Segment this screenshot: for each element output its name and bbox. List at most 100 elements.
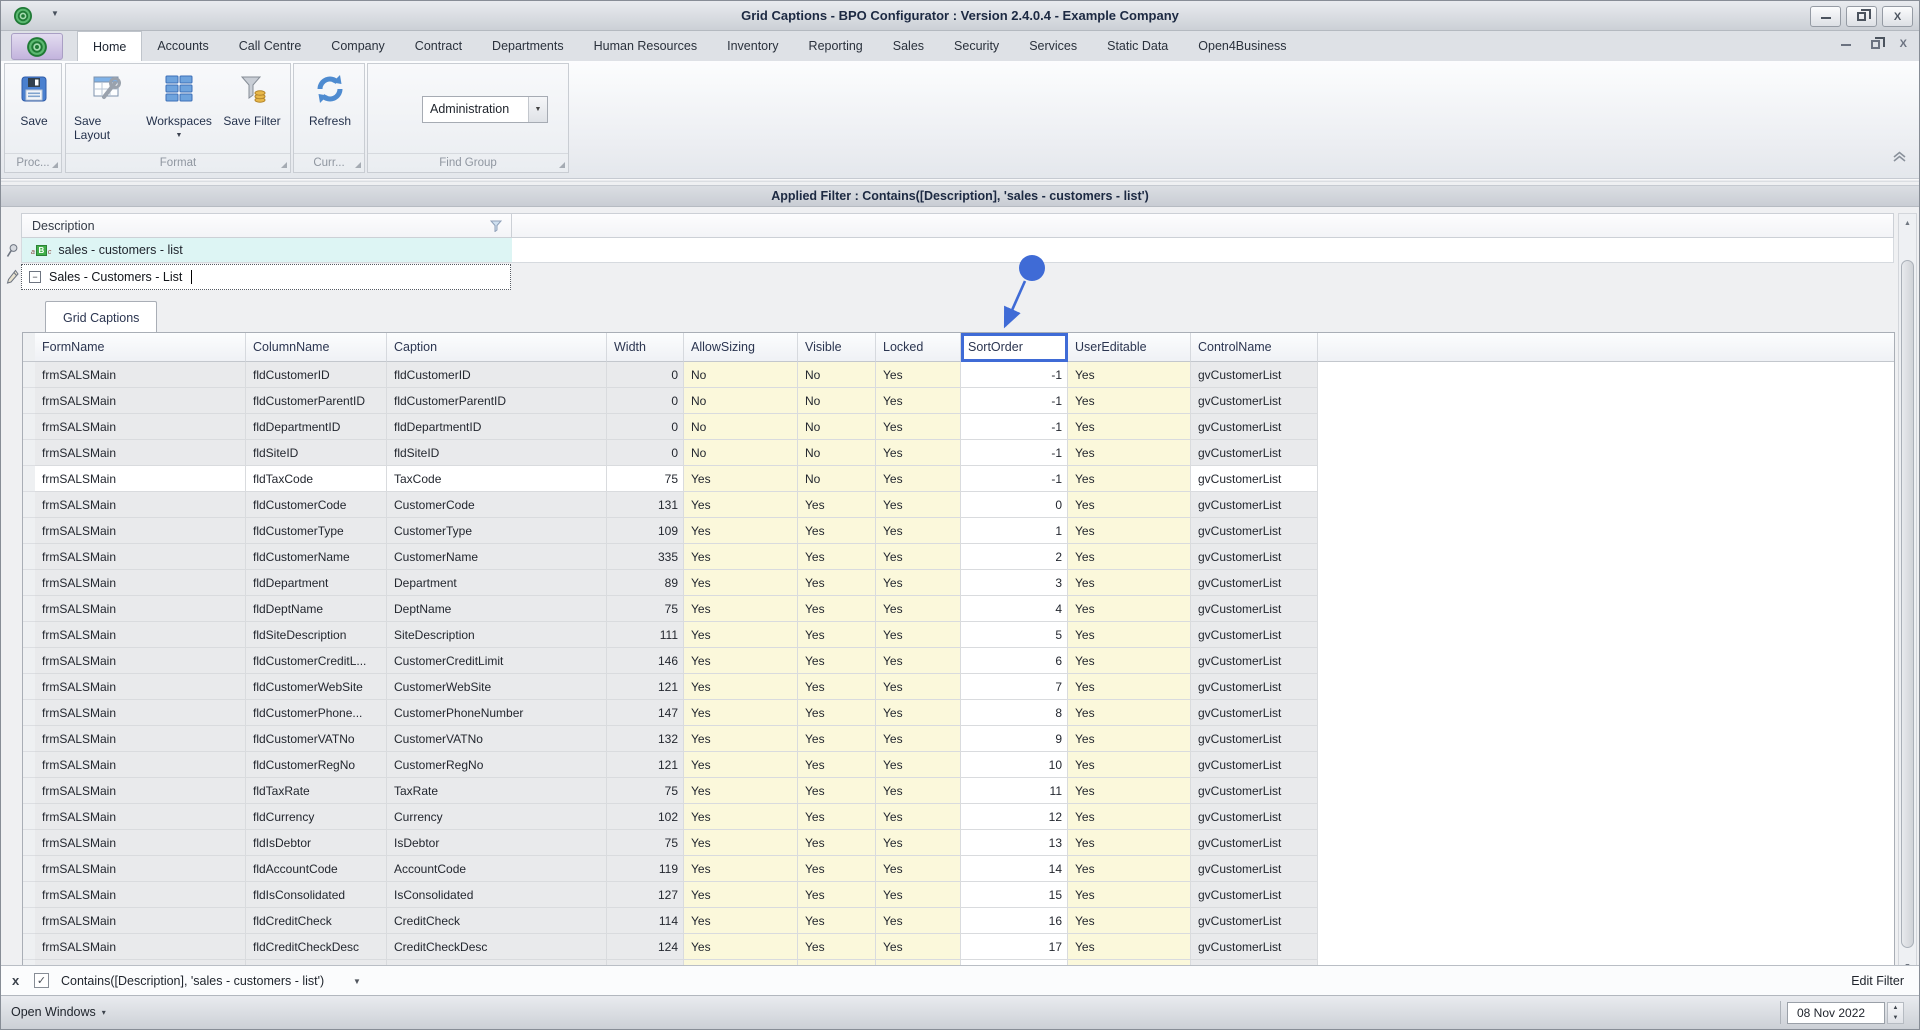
cell-controlname[interactable]: gvCustomerList bbox=[1191, 362, 1318, 388]
cell-usereditable[interactable]: Yes bbox=[1068, 830, 1191, 856]
col-header-allowsizing[interactable]: AllowSizing bbox=[684, 333, 798, 362]
cell-usereditable[interactable]: Yes bbox=[1068, 726, 1191, 752]
cell-usereditable[interactable]: Yes bbox=[1068, 570, 1191, 596]
tab-reporting[interactable]: Reporting bbox=[794, 31, 878, 61]
cell-sortorder[interactable]: 14 bbox=[961, 856, 1068, 882]
cell-controlname[interactable]: gvCustomerList bbox=[1191, 570, 1318, 596]
cell-locked[interactable]: Yes bbox=[876, 570, 961, 596]
cell-controlname[interactable]: gvCustomerList bbox=[1191, 882, 1318, 908]
cell-visible[interactable]: Yes bbox=[798, 830, 876, 856]
cell-allowsizing[interactable]: Yes bbox=[684, 674, 798, 700]
cell-sortorder[interactable]: 0 bbox=[961, 492, 1068, 518]
cell-usereditable[interactable]: Yes bbox=[1068, 466, 1191, 492]
cell-columnname[interactable]: fldCreditCheck bbox=[246, 908, 387, 934]
cell-usereditable[interactable]: Yes bbox=[1068, 804, 1191, 830]
collapse-ribbon-icon[interactable] bbox=[1892, 150, 1907, 168]
cell-formname[interactable]: frmSALSMain bbox=[35, 778, 246, 804]
cell-allowsizing[interactable]: Yes bbox=[684, 518, 798, 544]
cell-locked[interactable]: Yes bbox=[876, 466, 961, 492]
cell-controlname[interactable]: gvCustomerList bbox=[1191, 518, 1318, 544]
cell-controlname[interactable]: gvCustomerList bbox=[1191, 622, 1318, 648]
cell-caption[interactable]: IsDebtor bbox=[387, 830, 607, 856]
cell-sortorder[interactable]: 9 bbox=[961, 726, 1068, 752]
cell-sortorder[interactable]: 8 bbox=[961, 700, 1068, 726]
cell-formname[interactable]: frmSALSMain bbox=[35, 674, 246, 700]
cell-visible[interactable]: No bbox=[798, 362, 876, 388]
cell-caption[interactable]: fldSiteID bbox=[387, 440, 607, 466]
filter-expression-text[interactable]: Contains([Description], 'sales - custome… bbox=[61, 974, 324, 988]
cell-locked[interactable]: Yes bbox=[876, 388, 961, 414]
tab-human-resources[interactable]: Human Resources bbox=[579, 31, 713, 61]
cell-visible[interactable]: Yes bbox=[798, 882, 876, 908]
cell-visible[interactable]: Yes bbox=[798, 596, 876, 622]
cell-visible[interactable]: Yes bbox=[798, 752, 876, 778]
cell-columnname[interactable]: fldDepartmentID bbox=[246, 414, 387, 440]
cell-visible[interactable]: Yes bbox=[798, 804, 876, 830]
cell-width[interactable]: 111 bbox=[607, 622, 684, 648]
cell-columnname[interactable]: fldCustomerVATNo bbox=[246, 726, 387, 752]
cell-sortorder[interactable]: -1 bbox=[961, 362, 1068, 388]
cell-caption[interactable]: Department bbox=[387, 570, 607, 596]
cell-controlname[interactable]: gvCustomerList bbox=[1191, 544, 1318, 570]
cell-width[interactable]: 147 bbox=[607, 700, 684, 726]
cell-allowsizing[interactable]: Yes bbox=[684, 778, 798, 804]
cell-allowsizing[interactable]: No bbox=[684, 414, 798, 440]
cell-sortorder[interactable]: 15 bbox=[961, 882, 1068, 908]
cell-caption[interactable]: CustomerVATNo bbox=[387, 726, 607, 752]
cell-caption[interactable]: IsConsolidated bbox=[387, 882, 607, 908]
cell-width[interactable]: 121 bbox=[607, 674, 684, 700]
cell-usereditable[interactable]: Yes bbox=[1068, 752, 1191, 778]
cell-visible[interactable]: Yes bbox=[798, 700, 876, 726]
filter-dropdown-icon[interactable]: ▼ bbox=[353, 977, 361, 986]
col-header-width[interactable]: Width bbox=[607, 333, 684, 362]
cell-formname[interactable]: frmSALSMain bbox=[35, 726, 246, 752]
spin-down-icon[interactable]: ▼ bbox=[1888, 1013, 1903, 1023]
cell-locked[interactable]: Yes bbox=[876, 726, 961, 752]
save-layout-button[interactable]: Save Layout bbox=[74, 71, 140, 142]
cell-controlname[interactable]: gvCustomerList bbox=[1191, 908, 1318, 934]
cell-usereditable[interactable]: Yes bbox=[1068, 596, 1191, 622]
cell-formname[interactable]: frmSALSMain bbox=[35, 492, 246, 518]
cell-allowsizing[interactable]: Yes bbox=[684, 544, 798, 570]
col-header-controlname[interactable]: ControlName bbox=[1191, 333, 1318, 362]
spin-up-icon[interactable]: ▲ bbox=[1888, 1003, 1903, 1013]
cell-controlname[interactable]: gvCustomerList bbox=[1191, 700, 1318, 726]
cell-usereditable[interactable]: Yes bbox=[1068, 544, 1191, 570]
cell-formname[interactable]: frmSALSMain bbox=[35, 648, 246, 674]
cell-controlname[interactable]: gvCustomerList bbox=[1191, 778, 1318, 804]
cell-formname[interactable]: frmSALSMain bbox=[35, 804, 246, 830]
date-field[interactable]: 08 Nov 2022 bbox=[1787, 1002, 1885, 1024]
cell-visible[interactable]: Yes bbox=[798, 518, 876, 544]
cell-usereditable[interactable]: Yes bbox=[1068, 622, 1191, 648]
tab-static-data[interactable]: Static Data bbox=[1092, 31, 1183, 61]
cell-sortorder[interactable]: -1 bbox=[961, 440, 1068, 466]
combobox-dropdown-button[interactable]: ▼ bbox=[528, 97, 547, 122]
cell-locked[interactable]: Yes bbox=[876, 414, 961, 440]
cell-caption[interactable]: CustomerCreditLimit bbox=[387, 648, 607, 674]
cell-sortorder[interactable]: 10 bbox=[961, 752, 1068, 778]
restore-icon-small[interactable] bbox=[1871, 40, 1880, 49]
cell-width[interactable]: 0 bbox=[607, 362, 684, 388]
cell-sortorder[interactable]: 4 bbox=[961, 596, 1068, 622]
cell-allowsizing[interactable]: Yes bbox=[684, 596, 798, 622]
cell-caption[interactable]: Currency bbox=[387, 804, 607, 830]
cell-visible[interactable]: Yes bbox=[798, 648, 876, 674]
cell-caption[interactable]: CustomerCode bbox=[387, 492, 607, 518]
close-button[interactable]: X bbox=[1882, 6, 1913, 27]
cell-usereditable[interactable]: Yes bbox=[1068, 362, 1191, 388]
cell-caption[interactable]: CustomerPhoneNumber bbox=[387, 700, 607, 726]
cell-locked[interactable]: Yes bbox=[876, 622, 961, 648]
scrollbar-thumb[interactable] bbox=[1901, 260, 1914, 948]
cell-caption[interactable]: CustomerWebSite bbox=[387, 674, 607, 700]
cell-caption[interactable]: fldDepartmentID bbox=[387, 414, 607, 440]
open-windows-menu[interactable]: Open Windows ▾ bbox=[11, 1005, 106, 1019]
cell-caption[interactable]: CreditCheckDesc bbox=[387, 934, 607, 960]
find-group-combobox[interactable]: Administration ▼ bbox=[422, 96, 548, 123]
cell-controlname[interactable]: gvCustomerList bbox=[1191, 466, 1318, 492]
cell-allowsizing[interactable]: Yes bbox=[684, 934, 798, 960]
cell-controlname[interactable]: gvCustomerList bbox=[1191, 648, 1318, 674]
cell-caption[interactable]: fldCustomerParentID bbox=[387, 388, 607, 414]
tab-home[interactable]: Home bbox=[77, 31, 142, 61]
tab-company[interactable]: Company bbox=[316, 31, 400, 61]
cell-columnname[interactable]: fldCurrency bbox=[246, 804, 387, 830]
